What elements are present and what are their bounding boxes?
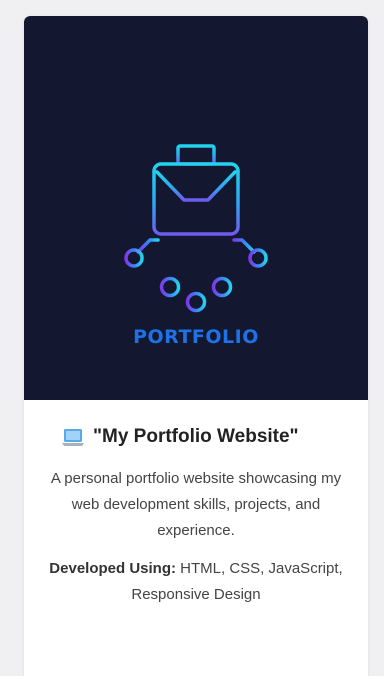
project-title-row: "My Portfolio Website" — [62, 426, 346, 448]
hero-label: PORTFOLIO — [133, 326, 259, 348]
laptop-icon — [62, 429, 84, 446]
project-title: "My Portfolio Website" — [93, 426, 299, 447]
project-description: A personal portfolio website showcasing … — [50, 470, 342, 539]
project-details: "My Portfolio Website" A personal portfo… — [24, 426, 368, 608]
project-card[interactable]: PORTFOLIO "My Portfolio Website" A perso… — [24, 16, 368, 676]
project-tech: Developed Using: HTML, CSS, JavaScript, … — [46, 556, 346, 608]
briefcase-network-icon — [124, 144, 268, 313]
tech-label: Developed Using: — [49, 560, 176, 577]
project-hero: PORTFOLIO — [24, 16, 368, 400]
